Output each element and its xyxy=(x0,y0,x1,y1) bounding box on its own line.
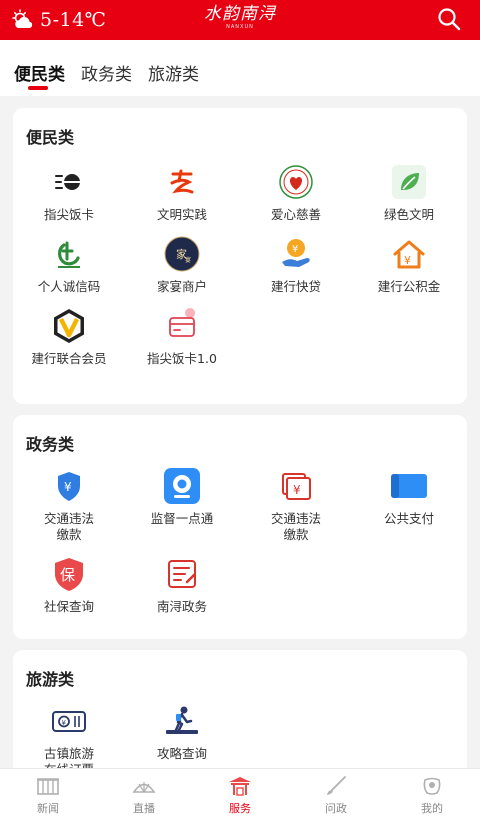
svg-text:¥: ¥ xyxy=(62,719,67,727)
nav-label: 问政 xyxy=(325,802,347,815)
service-item-traffic-fine[interactable]: ¥ 交通违法缴款 xyxy=(13,467,125,543)
tab-bianmin[interactable]: 便民类 xyxy=(14,60,65,85)
nav-label: 新闻 xyxy=(37,802,59,815)
search-button[interactable] xyxy=(436,6,462,32)
section-bianmin: 便民类 指尖饭卡 文明实践 爱心慈善 绿色文明 个人诚信码 家 宴 家宴商户 ¥… xyxy=(13,108,467,404)
service-item-supervision[interactable]: 监督一点通 xyxy=(126,467,238,527)
nav-label: 我的 xyxy=(421,802,443,815)
service-item-housing-fund[interactable]: ¥ 建行公积金 xyxy=(353,235,465,295)
item-label: 绿色文明 xyxy=(383,207,434,222)
item-label: 社保查询 xyxy=(43,599,94,614)
item-label: 监督一点通 xyxy=(150,511,214,526)
service-item-meal-card-v1[interactable]: 指尖饭卡1.0 xyxy=(126,307,238,367)
item-label: 建行快贷 xyxy=(270,279,321,294)
item-label: 交通违法缴款 xyxy=(43,511,94,542)
service-item-public-payment[interactable]: 公共支付 xyxy=(353,467,465,527)
nav-label: 直播 xyxy=(133,802,155,815)
service-item-nanxun-gov[interactable]: 南浔政务 xyxy=(126,555,238,615)
camera-icon xyxy=(163,467,201,505)
profile-icon xyxy=(420,775,444,797)
category-tabs: 便民类 政务类 旅游类 xyxy=(0,40,480,96)
card-icon xyxy=(163,307,201,345)
svg-text:保: 保 xyxy=(60,566,75,584)
nav-label: 服务 xyxy=(229,802,251,815)
brand-logo: 水韵南浔 NANXUN xyxy=(200,4,280,34)
svg-text:¥: ¥ xyxy=(293,483,301,497)
civilization-practice-icon xyxy=(163,163,201,201)
svg-text:宴: 宴 xyxy=(185,256,191,264)
service-item-traffic-fine-2[interactable]: ¥ 交通违法缴款 xyxy=(240,467,352,543)
section-lvyou: 旅游类 ¥ 古镇旅游在线订票 攻略查询 xyxy=(13,650,467,768)
document-icon xyxy=(163,555,201,593)
tab-lvyou[interactable]: 旅游类 xyxy=(148,60,199,85)
service-item-ccb-loan[interactable]: ¥ 建行快贷 xyxy=(240,235,352,295)
item-label: 家宴商户 xyxy=(156,279,207,294)
weather-widget[interactable]: 5-14℃ xyxy=(10,6,106,34)
ccb-loan-icon: ¥ xyxy=(277,235,315,273)
active-tab-indicator xyxy=(28,86,48,90)
news-icon xyxy=(36,775,60,797)
service-item-green-civilization[interactable]: 绿色文明 xyxy=(353,163,465,223)
section-title: 便民类 xyxy=(26,128,75,147)
item-label: 指尖饭卡1.0 xyxy=(147,351,217,366)
live-icon xyxy=(132,775,156,797)
service-item-travel-guide[interactable]: 攻略查询 xyxy=(126,702,238,762)
nav-profile[interactable]: 我的 xyxy=(384,775,480,816)
svg-text:¥: ¥ xyxy=(404,254,411,267)
search-icon xyxy=(438,8,461,31)
charity-icon xyxy=(277,163,315,201)
ticket-icon: ¥ xyxy=(50,702,88,740)
brand-subtext: NANXUN xyxy=(226,24,254,30)
item-label: 南浔政务 xyxy=(156,599,207,614)
housing-fund-icon: ¥ xyxy=(390,235,428,273)
bill-yuan-icon: ¥ xyxy=(277,467,315,505)
family-banquet-icon: 家 宴 xyxy=(163,235,201,273)
item-label: 攻略查询 xyxy=(156,746,207,761)
service-item-civilization-practice[interactable]: 文明实践 xyxy=(126,163,238,223)
nav-news[interactable]: 新闻 xyxy=(0,775,96,816)
item-label: 交通违法缴款 xyxy=(270,511,321,542)
item-label: 古镇旅游在线订票 xyxy=(43,746,94,768)
nav-inquiry[interactable]: 问政 xyxy=(288,775,384,816)
shield-yuan-icon: ¥ xyxy=(50,467,88,505)
brand-text: 水韵南浔 xyxy=(204,4,276,24)
ccb-v-icon xyxy=(50,307,88,345)
hiker-icon xyxy=(163,702,201,740)
item-label: 文明实践 xyxy=(156,207,207,222)
item-label: 建行联合会员 xyxy=(31,351,107,366)
svg-text:¥: ¥ xyxy=(292,244,298,255)
section-title: 旅游类 xyxy=(26,670,75,689)
section-zhengwu: 政务类 ¥ 交通违法缴款 监督一点通 ¥ 交通违法缴款 公共支付 保 社保查询 … xyxy=(13,415,467,639)
item-label: 爱心慈善 xyxy=(270,207,321,222)
bottom-navigation: 新闻 直播 服务 问政 我的 xyxy=(0,768,480,819)
service-item-ticket[interactable]: ¥ 古镇旅游在线订票 xyxy=(13,702,125,768)
top-bar: 5-14℃ 水韵南浔 NANXUN xyxy=(0,0,480,40)
service-icon xyxy=(228,775,252,797)
brush-icon xyxy=(324,775,348,797)
service-item-social-security[interactable]: 保 社保查询 xyxy=(13,555,125,615)
partly-cloudy-icon xyxy=(10,9,36,31)
service-item-ccb-member[interactable]: 建行联合会员 xyxy=(13,307,125,367)
credit-code-icon xyxy=(50,235,88,273)
service-item-charity[interactable]: 爱心慈善 xyxy=(240,163,352,223)
social-security-icon: 保 xyxy=(50,555,88,593)
payment-card-icon xyxy=(390,467,428,505)
tab-zhengwu[interactable]: 政务类 xyxy=(81,60,132,85)
nav-service[interactable]: 服务 xyxy=(192,775,288,816)
service-item-meal-card[interactable]: 指尖饭卡 xyxy=(13,163,125,223)
section-title: 政务类 xyxy=(26,435,75,454)
nav-live[interactable]: 直播 xyxy=(96,775,192,816)
item-label: 公共支付 xyxy=(383,511,434,526)
svg-text:¥: ¥ xyxy=(64,480,72,494)
item-label: 指尖饭卡 xyxy=(43,207,94,222)
weather-text: 5-14℃ xyxy=(40,9,107,31)
green-leaf-icon xyxy=(390,163,428,201)
item-label: 个人诚信码 xyxy=(37,279,101,294)
service-item-credit-code[interactable]: 个人诚信码 xyxy=(13,235,125,295)
item-label: 建行公积金 xyxy=(377,279,441,294)
service-item-family-banquet[interactable]: 家 宴 家宴商户 xyxy=(126,235,238,295)
meal-card-icon xyxy=(50,163,88,201)
